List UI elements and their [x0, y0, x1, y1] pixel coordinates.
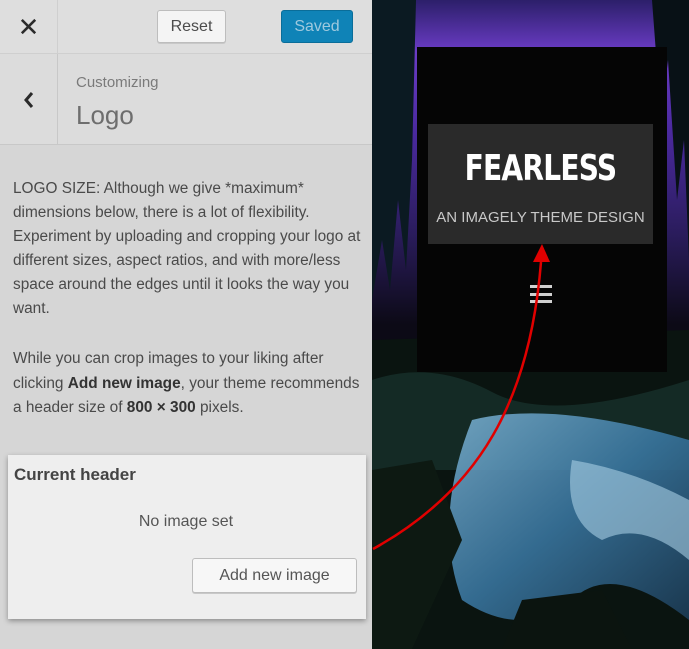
chevron-left-icon[interactable] [0, 54, 58, 145]
site-title: FEARLESS [464, 148, 618, 189]
current-header-title: Current header [14, 465, 136, 484]
hamburger-menu-icon[interactable] [530, 285, 552, 303]
section-title: Logo [76, 100, 134, 130]
site-tagline: AN IMAGELY THEME DESIGN [436, 209, 645, 226]
no-image-status: No image set [138, 513, 234, 530]
add-new-image-button[interactable]: Add new image [192, 558, 357, 593]
reset-button[interactable]: Reset [157, 10, 226, 43]
logo-size-description: LOGO SIZE: Although we give *maximum* di… [13, 180, 361, 317]
site-logo[interactable]: FEARLESS AN IMAGELY THEME DESIGN [428, 124, 653, 244]
crop-text-end: pixels. [195, 399, 244, 416]
site-preview: FEARLESS AN IMAGELY THEME DESIGN [372, 0, 689, 649]
breadcrumb: Customizing [76, 74, 159, 91]
saved-button[interactable]: Saved [281, 10, 353, 43]
customizer-toolbar: ✕ Reset Saved [0, 0, 372, 54]
current-header-card: Current header No image set Add new imag… [8, 455, 366, 619]
add-new-image-mention: Add new image [67, 374, 181, 392]
section-header: Customizing Logo [0, 54, 372, 145]
customizer-panel: ✕ Reset Saved Customizing Logo LOGO SIZE… [0, 0, 372, 649]
recommended-size: 800 × 300 [126, 399, 196, 416]
crop-description: While you can crop images to your liking… [13, 347, 363, 421]
close-icon[interactable]: ✕ [0, 0, 58, 54]
